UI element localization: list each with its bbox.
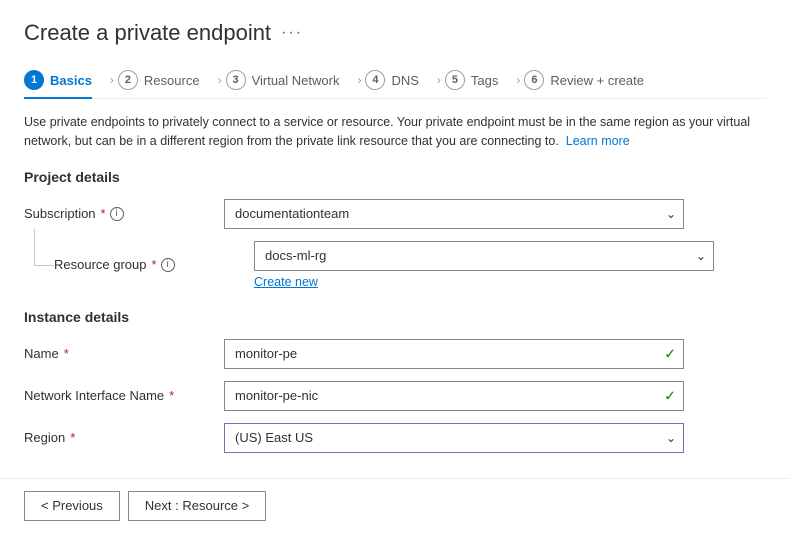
previous-button[interactable]: < Previous	[24, 491, 120, 521]
resource-group-row: Resource group * i docs-ml-rg ⌄ Create n…	[24, 241, 766, 289]
subscription-dropdown-wrapper: documentationteam ⌄	[224, 199, 684, 229]
tab-separator-3: ›	[357, 73, 361, 87]
tab-basics[interactable]: 1 Basics	[24, 62, 106, 98]
tab-tags-number: 5	[445, 70, 465, 90]
subscription-control: documentationteam ⌄	[224, 199, 684, 229]
tab-tags[interactable]: 5 Tags	[445, 62, 512, 98]
name-required: *	[64, 346, 69, 361]
tab-review-create[interactable]: 6 Review + create	[524, 62, 658, 98]
region-dropdown[interactable]: (US) East US	[224, 423, 684, 453]
tab-dns-number: 4	[365, 70, 385, 90]
tab-resource[interactable]: 2 Resource	[118, 62, 214, 98]
network-interface-label: Network Interface Name *	[24, 388, 224, 403]
wizard-tabs: 1 Basics › 2 Resource › 3 Virtual Networ…	[24, 62, 766, 99]
tab-dns-label: DNS	[391, 73, 418, 88]
project-details-section: Project details Subscription * i documen…	[24, 169, 766, 289]
region-label: Region *	[24, 430, 224, 445]
region-required: *	[70, 430, 75, 445]
subscription-info-icon[interactable]: i	[110, 207, 124, 221]
region-row: Region * (US) East US ⌄	[24, 423, 766, 453]
page-title: Create a private endpoint	[24, 20, 271, 46]
subscription-dropdown[interactable]: documentationteam	[224, 199, 684, 229]
subscription-label: Subscription * i	[24, 206, 224, 221]
network-interface-input-wrapper: monitor-pe-nic ✓	[224, 381, 684, 411]
learn-more-link[interactable]: Learn more	[566, 134, 630, 148]
tab-review-create-number: 6	[524, 70, 544, 90]
name-row: Name * monitor-pe ✓	[24, 339, 766, 369]
tab-separator-5: ›	[516, 73, 520, 87]
resource-group-required: *	[152, 257, 157, 272]
network-interface-input[interactable]: monitor-pe-nic	[224, 381, 684, 411]
instance-details-header: Instance details	[24, 309, 766, 325]
name-input-wrapper: monitor-pe ✓	[224, 339, 684, 369]
tab-basics-number: 1	[24, 70, 44, 90]
network-interface-control: monitor-pe-nic ✓	[224, 381, 684, 411]
tab-resource-number: 2	[118, 70, 138, 90]
resource-group-info-icon[interactable]: i	[161, 258, 175, 272]
ellipsis-menu-button[interactable]: ···	[281, 24, 303, 42]
tab-basics-label: Basics	[50, 73, 92, 88]
resource-group-dropdown-wrapper: docs-ml-rg ⌄	[254, 241, 714, 271]
name-control: monitor-pe ✓	[224, 339, 684, 369]
instance-details-section: Instance details Name * monitor-pe ✓ Net…	[24, 309, 766, 453]
tab-tags-label: Tags	[471, 73, 498, 88]
tab-review-create-label: Review + create	[550, 73, 644, 88]
subscription-row: Subscription * i documentationteam ⌄	[24, 199, 766, 229]
resource-group-label: Resource group * i	[54, 257, 254, 272]
tab-virtual-network-label: Virtual Network	[252, 73, 340, 88]
name-label: Name *	[24, 346, 224, 361]
region-control: (US) East US ⌄	[224, 423, 684, 453]
tab-resource-label: Resource	[144, 73, 200, 88]
footer: < Previous Next : Resource >	[0, 478, 790, 533]
tab-separator-1: ›	[110, 73, 114, 87]
network-interface-required: *	[169, 388, 174, 403]
subscription-required: *	[101, 206, 106, 221]
tab-virtual-network-number: 3	[226, 70, 246, 90]
resource-group-control: docs-ml-rg ⌄ Create new	[254, 241, 714, 289]
tab-virtual-network[interactable]: 3 Virtual Network	[226, 62, 354, 98]
tab-separator-4: ›	[437, 73, 441, 87]
info-text: Use private endpoints to privately conne…	[24, 113, 766, 151]
project-details-header: Project details	[24, 169, 766, 185]
tab-dns[interactable]: 4 DNS	[365, 62, 432, 98]
create-new-link[interactable]: Create new	[254, 275, 318, 289]
resource-group-dropdown[interactable]: docs-ml-rg	[254, 241, 714, 271]
network-interface-row: Network Interface Name * monitor-pe-nic …	[24, 381, 766, 411]
next-button[interactable]: Next : Resource >	[128, 491, 266, 521]
name-input[interactable]: monitor-pe	[224, 339, 684, 369]
region-dropdown-wrapper: (US) East US ⌄	[224, 423, 684, 453]
tab-separator-2: ›	[218, 73, 222, 87]
